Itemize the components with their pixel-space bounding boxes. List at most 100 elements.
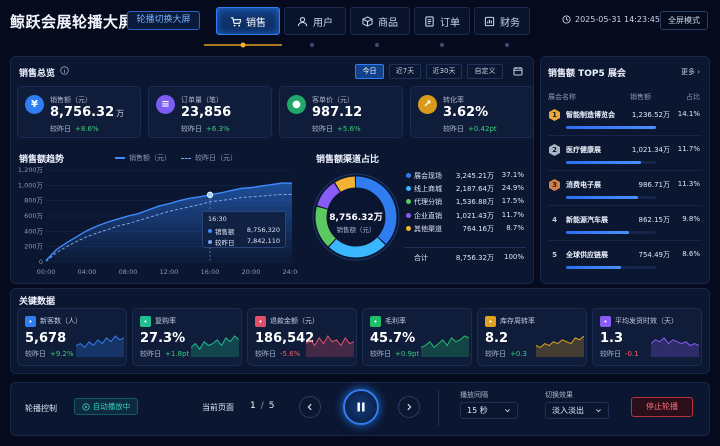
pause-button[interactable] <box>343 389 379 425</box>
autoplay-indicator[interactable]: 自动播放中 <box>74 398 138 415</box>
chevron-down-icon <box>505 409 510 413</box>
next-button[interactable] <box>398 396 420 418</box>
metric-compare: 较昨日 +9.2% <box>25 349 74 359</box>
interval-select[interactable]: 15 秒 <box>460 402 518 419</box>
expo-amount: 1,021.34万 <box>631 146 670 154</box>
clock: 2025-05-31 14:23:45 <box>562 15 660 24</box>
donut-center-value: 8,756.32万 <box>329 213 383 223</box>
finance-icon <box>484 16 495 26</box>
metric-value: 1.3 <box>600 331 624 346</box>
prev-button[interactable] <box>299 396 321 418</box>
progress-dot[interactable] <box>310 43 314 47</box>
effect-label: 切换效果 <box>545 391 573 399</box>
page-label: 当前页面 <box>202 403 234 412</box>
metric-label: 退款金额（元） <box>270 317 319 325</box>
tab-3[interactable]: 订单 <box>414 7 470 35</box>
metric-delta: +0.3 <box>510 350 527 358</box>
sparkline-area <box>536 336 584 357</box>
control-divider <box>438 390 439 426</box>
metric-delta: -0.1 <box>625 350 639 358</box>
tab-4[interactable]: 财务 <box>474 7 530 35</box>
expo-name[interactable]: 智能制造博览会 <box>566 110 615 120</box>
margin-icon: • <box>370 316 381 327</box>
tooltip-today-value: 8,756,320 <box>246 226 280 234</box>
range-7days[interactable]: 近7天 <box>389 64 421 79</box>
metric-delta: +1.8pt <box>165 350 190 358</box>
metric-label: 毛利率 <box>385 317 406 325</box>
range-30days[interactable]: 近30天 <box>426 64 462 79</box>
tab-1[interactable]: 用户 <box>284 7 346 35</box>
progress-dot-active[interactable] <box>240 42 246 48</box>
top5-title: 销售额 TOP5 展会 <box>548 69 626 79</box>
tab-label: 商品 <box>378 17 398 29</box>
metric-label: 新客数（人） <box>40 317 82 325</box>
col-name: 展会名称 <box>548 93 576 101</box>
expo-bar-fill <box>566 266 621 269</box>
interval-label: 播放间隔 <box>460 391 488 399</box>
kpi-compare: 较昨日 +6.3% <box>181 124 230 134</box>
progress-dot[interactable] <box>375 43 379 47</box>
rank-label: 5 <box>552 251 557 259</box>
effect-select[interactable]: 淡入淡出 <box>545 402 609 419</box>
range-custom[interactable]: 自定义 <box>467 64 503 79</box>
channel-total-label: 合计 <box>414 254 428 262</box>
tooltip-time: 16:30 <box>208 215 227 223</box>
tab-0[interactable]: 销售 <box>216 7 280 35</box>
refund-icon: • <box>255 316 266 327</box>
y-tick-label: 0 <box>39 258 43 266</box>
range-today[interactable]: 今日 <box>355 64 384 79</box>
row-divider <box>548 135 702 136</box>
stop-carousel-button[interactable]: 停止轮播 <box>631 397 693 417</box>
expo-name[interactable]: 消费电子展 <box>566 180 601 190</box>
expo-amount: 986.71万 <box>638 181 671 189</box>
channel-total-pct: 100% <box>503 253 524 261</box>
fullscreen-button[interactable]: 全屏模式 <box>660 11 708 30</box>
expo-name[interactable]: 医疗健康展 <box>566 145 601 155</box>
shipping-icon: • <box>600 316 611 327</box>
carousel-progress <box>204 42 509 48</box>
kpi-card: ¥ 销售额（元） 8,756.32 万较昨日 +8.6% <box>17 86 141 138</box>
hover-point[interactable] <box>206 191 214 199</box>
progress-dot[interactable] <box>505 43 509 47</box>
kpi-value-wrap: 23,856 <box>181 105 231 120</box>
tooltip-row-today: 销售额 <box>208 226 235 236</box>
legend-swatch-yesterday <box>181 157 191 159</box>
calendar-icon[interactable] <box>513 66 523 76</box>
kpi-label: 转化率 <box>443 96 464 104</box>
tooltip-today-label: 销售额 <box>215 228 235 236</box>
kpi-compare-label: 较昨日 <box>312 125 333 133</box>
channel-dot <box>406 173 411 178</box>
kpi-value: 8,756.32 <box>50 105 115 120</box>
kpi-unit: 万 <box>116 109 125 118</box>
metric-sparkline <box>421 335 469 357</box>
metric-compare-label: 较昨日 <box>255 350 276 358</box>
cart-icon <box>230 16 241 27</box>
metric-delta: +0.9pt <box>395 350 420 358</box>
tab-2[interactable]: 商品 <box>350 7 410 35</box>
kpi-compare-label: 较昨日 <box>443 125 464 133</box>
kpi-value: 987.12 <box>312 105 363 120</box>
tooltip-row-yesterday: 较昨日 <box>208 237 235 247</box>
info-icon[interactable] <box>60 66 69 75</box>
channel-pct: 37.1% <box>501 171 524 179</box>
expo-pct: 11.7% <box>677 145 700 153</box>
box-icon <box>362 15 373 27</box>
channel-dot <box>406 212 411 218</box>
metric-sparkline <box>306 335 354 357</box>
play-circle-icon <box>82 402 90 411</box>
expo-name[interactable]: 新能源汽车展 <box>566 215 608 225</box>
metric-sparkline <box>76 335 124 357</box>
tab-label: 用户 <box>313 17 333 29</box>
effect-value: 淡入淡出 <box>552 406 584 415</box>
channel-dot <box>406 225 411 231</box>
progress-dot[interactable] <box>440 43 444 47</box>
tooltip-dot <box>208 229 212 233</box>
channel-name: 其他渠道 <box>414 224 442 233</box>
metric-delta: -5.6% <box>280 350 301 358</box>
kpi-value-wrap: 3.62% <box>443 105 488 120</box>
expo-name[interactable]: 全球供应链展 <box>566 250 608 260</box>
legend-yesterday: 较昨日（元） <box>195 154 237 162</box>
carousel-mode-button[interactable]: 轮播切换大屏 <box>127 11 200 30</box>
expo-bar-fill <box>566 196 638 199</box>
more-link[interactable]: 更多 › <box>681 67 700 77</box>
